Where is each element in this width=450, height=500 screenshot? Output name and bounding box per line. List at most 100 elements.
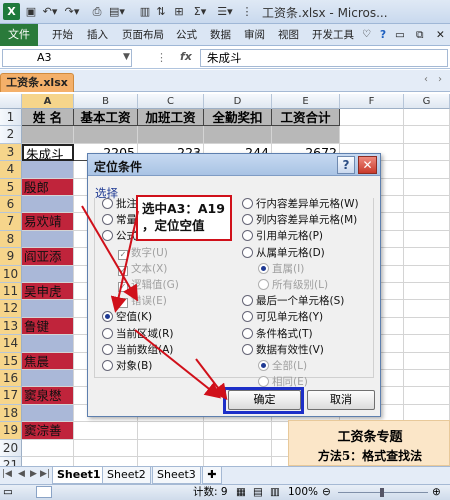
row-header[interactable]: 14	[0, 335, 22, 353]
radio-icon[interactable]	[242, 198, 253, 209]
redo-icon[interactable]: ↷▾	[62, 4, 82, 20]
cell-e1[interactable]: 工资合计	[272, 109, 340, 127]
cell-a21[interactable]	[22, 457, 74, 466]
cell-b19[interactable]	[74, 422, 138, 440]
radio-icon[interactable]	[102, 214, 113, 226]
print-preview-icon[interactable]: ⎙	[90, 4, 104, 20]
cell-a14[interactable]	[22, 335, 74, 353]
row-header[interactable]: 11	[0, 283, 22, 301]
radio-icon[interactable]	[102, 230, 113, 242]
row-header[interactable]: 6	[0, 196, 22, 214]
cell-d19[interactable]	[204, 422, 272, 440]
cell-g4[interactable]	[404, 161, 450, 179]
name-box[interactable]: A3	[2, 49, 132, 67]
radio-icon[interactable]	[102, 311, 113, 323]
option-right-9[interactable]: 数据有效性(V)	[242, 342, 324, 358]
row-header[interactable]: 12	[0, 300, 22, 318]
row-header[interactable]: 5	[0, 178, 22, 196]
normal-view-icon[interactable]: ▦	[236, 485, 246, 500]
radio-icon[interactable]	[258, 376, 269, 388]
zoom-slider-thumb[interactable]	[380, 488, 384, 497]
cell-g6[interactable]	[404, 196, 450, 214]
cell-a16[interactable]	[22, 370, 74, 388]
option-right-8[interactable]: 条件格式(T)	[242, 326, 313, 342]
radio-icon[interactable]	[102, 343, 113, 355]
cell-g12[interactable]	[404, 300, 450, 318]
column-header-e[interactable]: E	[272, 94, 340, 109]
name-box-dropdown-icon[interactable]: ▼	[123, 52, 130, 62]
radio-icon[interactable]	[242, 246, 253, 258]
cell-d20[interactable]	[204, 439, 272, 457]
cell-c1[interactable]: 加班工资	[138, 109, 204, 127]
sheet-nav-first-icon[interactable]: |◀	[2, 469, 12, 479]
row-header[interactable]: 8	[0, 230, 22, 249]
border-icon[interactable]: ⊞	[172, 4, 186, 20]
cell-a7[interactable]: 易欢靖	[22, 213, 74, 231]
formula-input[interactable]: 朱成斗	[200, 49, 448, 67]
excel-icon[interactable]: X	[3, 3, 20, 20]
cell-g7[interactable]	[404, 213, 450, 231]
cell-a17[interactable]: 窦泉懋	[22, 387, 74, 405]
page-layout-view-icon[interactable]: ▤	[253, 485, 263, 500]
radio-icon[interactable]	[102, 327, 113, 339]
select-all-corner[interactable]	[0, 94, 22, 109]
option-right-3[interactable]: 从属单元格(D)	[242, 245, 325, 261]
radio-icon[interactable]	[242, 214, 253, 226]
cell-a10[interactable]	[22, 265, 74, 283]
radio-icon[interactable]	[258, 279, 269, 290]
row-header[interactable]: 10	[0, 265, 22, 283]
cell-a19[interactable]: 窦淙善	[22, 422, 74, 440]
checkbox-icon[interactable]: ✓	[118, 249, 128, 260]
option-left-9[interactable]: 当前数组(A)	[102, 342, 173, 358]
column-header-b[interactable]: B	[74, 94, 138, 109]
cell-a1[interactable]: 姓 名	[22, 109, 74, 127]
tab-page-layout[interactable]: 页面布局	[122, 24, 164, 46]
row-header[interactable]: 20	[0, 439, 22, 457]
page-break-view-icon[interactable]: ▥	[270, 485, 280, 500]
row-header[interactable]: 2	[0, 126, 22, 144]
tab-developer[interactable]: 开发工具	[312, 24, 354, 46]
cell-c21[interactable]	[138, 457, 204, 466]
cell-g2[interactable]	[404, 126, 450, 144]
row-header[interactable]: 4	[0, 161, 22, 179]
cell-d1[interactable]: 全勤奖扣	[204, 109, 272, 127]
dialog-title-bar[interactable]: 定位条件 ? ✕	[88, 154, 380, 176]
option-right-0[interactable]: 行内容差异单元格(W)	[242, 196, 359, 212]
close-button[interactable]: ✕	[358, 156, 377, 174]
cell-d2[interactable]	[204, 126, 272, 144]
sort-icon[interactable]: ⇅	[154, 4, 168, 20]
row-header[interactable]: 9	[0, 248, 22, 266]
cell-b20[interactable]	[74, 439, 138, 457]
cell-g17[interactable]	[404, 387, 450, 405]
cell-g13[interactable]	[404, 317, 450, 336]
cell-c2[interactable]	[138, 126, 204, 144]
option-left-7[interactable]: 空值(K)	[102, 309, 152, 325]
cell-a13[interactable]: 鲁键	[22, 317, 74, 336]
sheet-tab-3[interactable]: Sheet3	[152, 467, 201, 484]
row-header[interactable]: 17	[0, 387, 22, 405]
help-icon[interactable]: ?	[380, 24, 386, 46]
minimize-ribbon-icon[interactable]: ♡	[362, 24, 371, 46]
cell-g8[interactable]	[404, 230, 450, 249]
tab-insert[interactable]: 插入	[87, 24, 108, 46]
fx-icon[interactable]: fx	[180, 50, 192, 63]
cell-e2[interactable]	[272, 126, 340, 144]
cell-a5[interactable]: 殷郎	[22, 178, 74, 196]
tab-formulas[interactable]: 公式	[176, 24, 197, 46]
cell-a8[interactable]	[22, 230, 74, 249]
option-left-10[interactable]: 对象(B)	[102, 358, 152, 374]
cell-a9[interactable]: 阎亚添	[22, 248, 74, 266]
radio-icon[interactable]	[258, 262, 269, 274]
radio-icon[interactable]	[242, 311, 253, 323]
option-left-8[interactable]: 当前区域(R)	[102, 326, 174, 342]
tab-data[interactable]: 数据	[210, 24, 231, 46]
sheet-tab-1[interactable]: Sheet1	[52, 467, 106, 484]
column-header-g[interactable]: G	[404, 94, 450, 109]
row-header[interactable]: 1	[0, 109, 22, 127]
zoom-out-icon[interactable]: ⊖	[322, 485, 331, 500]
sheet-nav-next-icon[interactable]: ▶	[30, 469, 37, 479]
image-icon[interactable]: ▥	[138, 4, 152, 20]
checkbox-icon[interactable]: ✓	[118, 282, 128, 292]
tab-view[interactable]: 视图	[278, 24, 299, 46]
tab-home[interactable]: 开始	[52, 24, 73, 46]
